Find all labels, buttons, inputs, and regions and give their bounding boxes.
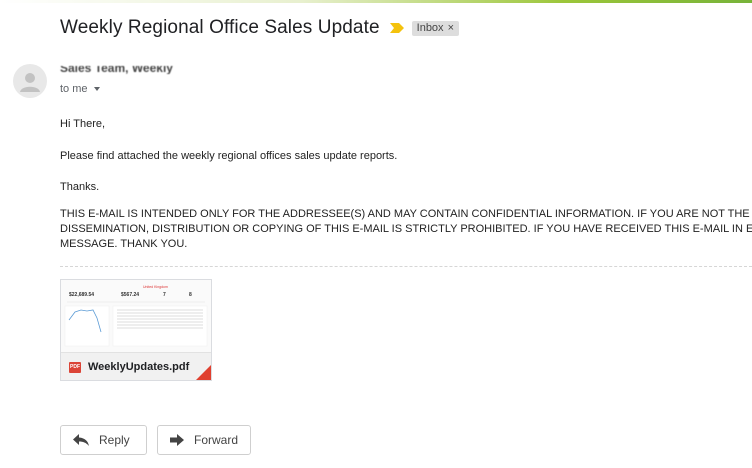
- forward-label: Forward: [194, 433, 239, 447]
- attachment-preview[interactable]: United Kingdom $22,689.54 $567.24 7 8: [61, 280, 211, 352]
- reply-button[interactable]: Reply: [60, 425, 147, 455]
- importance-marker-icon[interactable]: [389, 23, 404, 33]
- preview-kpi: $567.24: [121, 292, 139, 298]
- preview-kpi: $22,689.54: [69, 292, 94, 298]
- report-preview-thumbnail: United Kingdom $22,689.54 $567.24 7 8: [61, 280, 211, 352]
- top-accent-strip: [0, 0, 752, 3]
- preview-kpi: 7: [163, 292, 166, 298]
- email-subject: Weekly Regional Office Sales Update: [60, 17, 380, 38]
- attachment-filename[interactable]: WeeklyUpdates.pdf: [88, 361, 189, 373]
- file-corner-icon: [195, 365, 211, 380]
- attachment-card[interactable]: United Kingdom $22,689.54 $567.24 7 8 PD…: [60, 279, 212, 381]
- greeting: Hi There,: [60, 118, 106, 130]
- attachment-footer[interactable]: PDF WeeklyUpdates.pdf: [61, 352, 211, 380]
- preview-header: United Kingdom: [143, 285, 168, 289]
- recipient-text: to me: [60, 83, 88, 95]
- reply-label: Reply: [99, 433, 130, 447]
- person-icon: [20, 73, 40, 92]
- remove-label-icon[interactable]: ×: [448, 22, 454, 34]
- subject-row: Weekly Regional Office Sales Update Inbo…: [60, 17, 459, 39]
- sender-name[interactable]: Sales Team, Weekly: [60, 66, 173, 74]
- inbox-label-chip[interactable]: Inbox ×: [411, 20, 459, 36]
- message-line: Please find attached the weekly regional…: [60, 150, 398, 162]
- forward-icon: [170, 434, 184, 446]
- sender-avatar: [13, 64, 47, 98]
- disclaimer-line: MESSAGE. THANK YOU.: [60, 238, 188, 250]
- label-text: Inbox: [416, 21, 444, 34]
- recipient-row[interactable]: to me: [60, 83, 100, 95]
- chevron-down-icon[interactable]: [93, 87, 100, 91]
- signoff: Thanks.: [60, 181, 100, 193]
- disclaimer-line: DISSEMINATION, DISTRIBUTION OR COPYING O…: [60, 223, 752, 235]
- preview-kpi: 8: [189, 292, 192, 298]
- forward-button[interactable]: Forward: [157, 425, 251, 455]
- disclaimer-line: THIS E-MAIL IS INTENDED ONLY FOR THE ADD…: [60, 208, 752, 220]
- pdf-icon: PDF: [69, 362, 81, 373]
- divider: [60, 266, 752, 267]
- reply-icon: [73, 434, 89, 446]
- disclaimer: THIS E-MAIL IS INTENDED ONLY FOR THE ADD…: [60, 207, 752, 252]
